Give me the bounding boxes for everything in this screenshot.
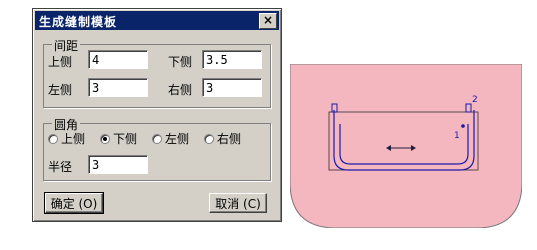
sew-template-dialog: 生成缝制模板 × 间距 上侧 4 下侧 3.5 左侧 3 右侧 3 圆角 上侧 … bbox=[32, 8, 282, 222]
radio-indicator-selected bbox=[100, 133, 110, 144]
ok-button[interactable]: 确定 (O) bbox=[44, 192, 104, 214]
label-one: 1 bbox=[454, 131, 460, 141]
spacing-group: 间距 上侧 4 下侧 3.5 左侧 3 右侧 3 bbox=[43, 37, 271, 108]
corner-group: 圆角 上侧 下侧 左侧 右侧 半径 3 bbox=[43, 116, 271, 181]
radius-input[interactable]: 3 bbox=[88, 155, 148, 174]
radio-top-label: 上侧 bbox=[61, 132, 86, 146]
title-bar[interactable]: 生成缝制模板 × bbox=[35, 11, 279, 30]
radio-top[interactable]: 上侧 bbox=[48, 130, 85, 147]
cancel-button[interactable]: 取消 (C) bbox=[209, 193, 267, 213]
top-label: 上侧 bbox=[48, 55, 73, 69]
radio-indicator bbox=[48, 133, 58, 144]
template-drawing: 1 2 bbox=[290, 64, 522, 228]
left-label: 左侧 bbox=[48, 83, 73, 97]
radio-left[interactable]: 左侧 bbox=[152, 130, 189, 147]
radio-indicator bbox=[152, 133, 162, 144]
radio-indicator bbox=[204, 133, 214, 144]
right-spacing-input[interactable]: 3 bbox=[202, 78, 262, 97]
radio-bottom-label: 下侧 bbox=[113, 132, 138, 146]
radio-bottom[interactable]: 下侧 bbox=[100, 130, 137, 147]
radio-right-label: 右侧 bbox=[217, 132, 242, 146]
radio-right[interactable]: 右侧 bbox=[204, 130, 241, 147]
close-button[interactable]: × bbox=[259, 13, 277, 29]
left-spacing-input[interactable]: 3 bbox=[88, 78, 148, 97]
bottom-spacing-input[interactable]: 3.5 bbox=[202, 50, 262, 69]
point-marker bbox=[461, 124, 465, 128]
top-spacing-input[interactable]: 4 bbox=[88, 50, 148, 69]
right-label: 右侧 bbox=[168, 83, 193, 97]
bottom-label: 下侧 bbox=[168, 55, 193, 69]
radio-left-label: 左侧 bbox=[165, 132, 190, 146]
label-two: 2 bbox=[472, 95, 478, 105]
dialog-title: 生成缝制模板 bbox=[39, 15, 118, 29]
spacing-legend: 间距 bbox=[52, 37, 81, 54]
radius-label: 半径 bbox=[48, 160, 73, 174]
pocket-outline bbox=[290, 64, 522, 228]
